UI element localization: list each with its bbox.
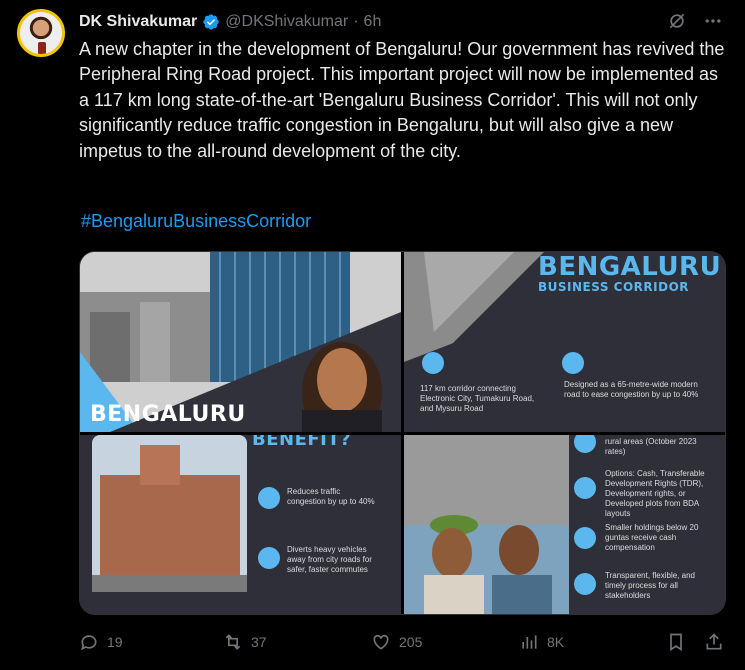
hashtag-link[interactable]: #BengaluruBusinessCorridor (81, 211, 311, 232)
tile4-point1: Options: Cash, Transferable Development … (605, 469, 705, 518)
tile3-point1: Reduces traffic congestion by up to 40% (287, 487, 375, 506)
share-button[interactable] (704, 632, 724, 652)
media-image-1[interactable]: BENGALURU (80, 252, 401, 432)
heart-icon (373, 634, 389, 650)
like-button[interactable]: 205 (371, 632, 422, 652)
author-name[interactable]: DK Shivakumar (79, 13, 197, 31)
avatar[interactable] (17, 9, 65, 57)
tile4-point3: Transparent, flexible, and timely proces… (605, 571, 695, 600)
like-count: 205 (399, 634, 423, 650)
process-icon (574, 573, 596, 595)
separator-dot: · (353, 13, 359, 30)
tile4-point2: Smaller holdings below 20 guntas receive… (605, 523, 699, 552)
reply-button[interactable]: 19 (79, 632, 123, 652)
media-image-4[interactable]: rural areas (October 2023 rates) Options… (404, 435, 725, 614)
tile1-title: BENGALURU (90, 402, 246, 427)
views-button[interactable]: 8K (519, 632, 564, 652)
tweet-text: A new chapter in the development of Beng… (79, 39, 725, 161)
tile2-title-line1: BENGALURU (538, 252, 722, 282)
tile3-title: BENEFIT? (252, 435, 352, 450)
views-count: 8K (547, 634, 565, 650)
bookmark-button[interactable] (666, 632, 686, 652)
reply-icon (81, 635, 97, 651)
vidhana-soudha-graphic (80, 435, 401, 614)
media-image-2[interactable]: BENGALURU BUSINESS CORRIDOR 117 km corri… (404, 252, 725, 432)
tile3-point2: Diverts heavy vehicles away from city ro… (287, 545, 372, 574)
tweet-top-actions (667, 11, 723, 31)
bookmark-icon (670, 633, 682, 652)
tweet-action-bar: 19 37 205 8K (79, 632, 729, 656)
tile2-title-line2: BUSINESS CORRIDOR (538, 280, 690, 294)
more-options-icon[interactable] (703, 11, 723, 31)
truck-icon (258, 547, 280, 569)
repost-icon (225, 634, 241, 650)
media-grid[interactable]: BENGALURU BENGALURU BUSINESS CORRIDOR 11… (79, 251, 726, 615)
verified-badge-icon (202, 13, 220, 31)
repost-count: 37 (251, 634, 267, 650)
road-icon (562, 352, 584, 374)
timestamp[interactable]: 6h (364, 13, 382, 31)
tile2-point1: 117 km corridor connecting Electronic Ci… (420, 384, 535, 413)
share-icon (706, 633, 722, 650)
media-image-3[interactable]: BENEFIT? Reduces traffic congestion by u… (80, 435, 401, 614)
tile4-point0: rural areas (October 2023 rates) (605, 437, 697, 456)
author-handle[interactable]: @DKShivakumar (225, 13, 348, 31)
reply-count: 19 (107, 634, 123, 650)
cash-icon (574, 527, 596, 549)
tweet-header: DK Shivakumar @DKShivakumar · 6h (79, 10, 381, 34)
route-icon (422, 352, 444, 374)
traffic-icon (258, 487, 280, 509)
views-icon (522, 635, 537, 649)
repost-button[interactable]: 37 (223, 632, 267, 652)
options-icon (574, 477, 596, 499)
tile2-point2: Designed as a 65-metre-wide modern road … (564, 380, 699, 399)
grok-icon[interactable] (667, 11, 687, 31)
